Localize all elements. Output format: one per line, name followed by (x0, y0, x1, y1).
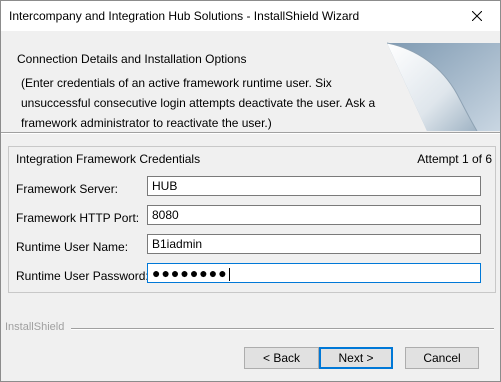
cancel-button[interactable]: Cancel (405, 347, 479, 369)
back-button[interactable]: < Back (244, 347, 319, 369)
step-description: (Enter credentials of an active framewor… (21, 76, 376, 130)
installshield-brand: InstallShield (5, 321, 65, 333)
password-mask: ●●●●●●●● (152, 265, 228, 281)
credentials-group-title: Integration Framework Credentials (16, 152, 201, 166)
step-title: Connection Details and Installation Opti… (17, 52, 247, 66)
framework-port-input[interactable]: 8080 (147, 205, 481, 225)
window-title: Intercompany and Integration Hub Solutio… (9, 9, 360, 23)
close-icon (472, 11, 482, 21)
runtime-user-password-label: Runtime User Password: (16, 269, 149, 283)
next-button[interactable]: Next > (319, 347, 393, 369)
footer-separator (71, 328, 494, 330)
installer-window: Intercompany and Integration Hub Solutio… (0, 0, 501, 382)
runtime-user-name-label: Runtime User Name: (16, 240, 129, 254)
header-separator (1, 132, 500, 134)
attempt-counter: Attempt 1 of 6 (417, 152, 492, 166)
runtime-user-name-input[interactable]: B1iadmin (147, 234, 481, 254)
header-banner: Connection Details and Installation Opti… (1, 31, 500, 131)
title-bar: Intercompany and Integration Hub Solutio… (1, 1, 500, 31)
page-curl-graphic (387, 42, 500, 131)
close-button[interactable] (454, 1, 500, 31)
runtime-user-password-input[interactable]: ●●●●●●●● (147, 263, 481, 283)
framework-server-input[interactable]: HUB (147, 176, 481, 196)
framework-server-label: Framework Server: (16, 182, 119, 196)
framework-port-label: Framework HTTP Port: (16, 211, 140, 225)
text-caret (228, 268, 230, 282)
